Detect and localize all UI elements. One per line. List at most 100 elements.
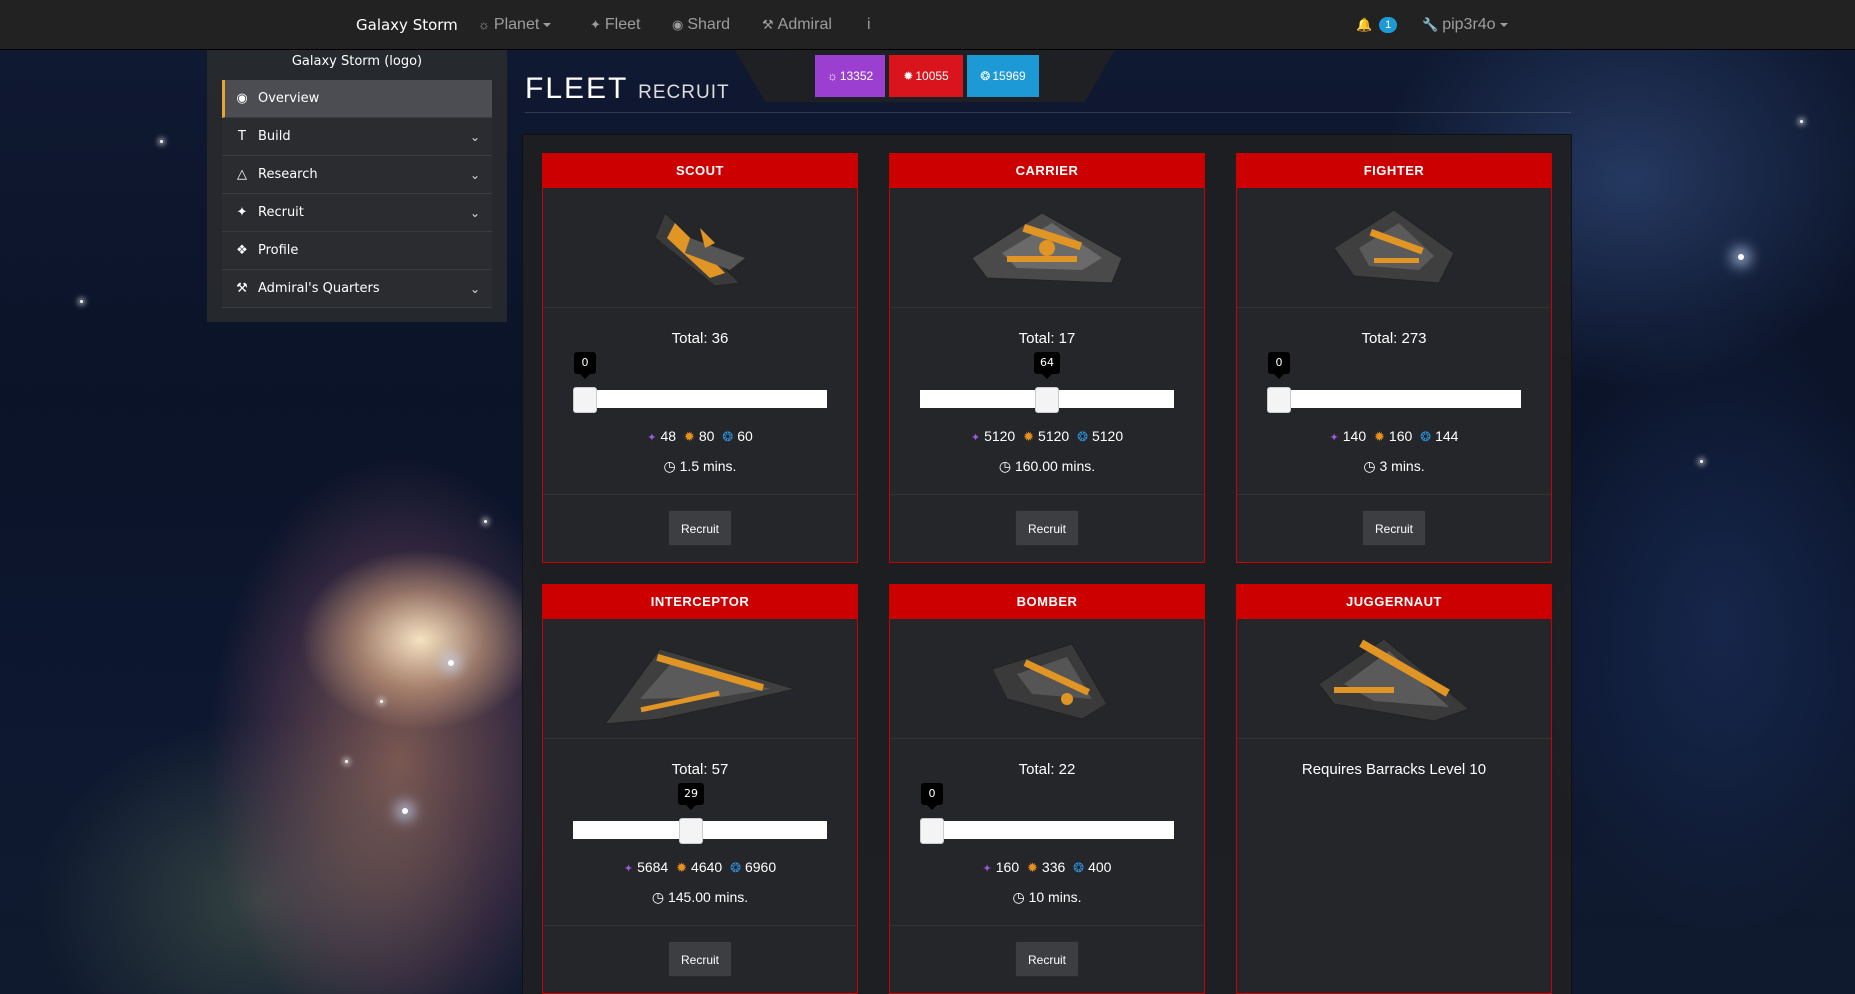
build-time-value: 1.5 mins. <box>679 458 737 474</box>
ship-total: Total: 57 <box>671 761 729 778</box>
recruit-button[interactable]: Recruit <box>668 510 732 546</box>
crystal-icon: ❂ <box>1420 429 1432 444</box>
chevron-down-icon: ⌄ <box>469 168 480 182</box>
bomber-ship-icon <box>991 642 1108 720</box>
cost-ore: 4640 <box>691 859 723 875</box>
planet-menu[interactable]: ☼ Planet <box>478 0 552 50</box>
fleet-link[interactable]: ✦ Fleet <box>590 0 640 50</box>
carrier-ship-icon <box>971 211 1123 284</box>
ship-total: Total: 273 <box>1361 330 1427 347</box>
requirement-text: Requires Barracks Level 10 <box>1301 761 1487 778</box>
energy-icon: ✦ <box>623 863 634 875</box>
star <box>484 520 487 523</box>
flask-icon: △ <box>237 167 247 182</box>
planet-icon: ☼ <box>478 17 490 32</box>
divider <box>525 112 1571 113</box>
slider-handle[interactable] <box>1267 387 1291 413</box>
user-menu[interactable]: 🔧 pip3r4o <box>1422 0 1508 50</box>
divider <box>890 925 1204 926</box>
ore-icon: ✹ <box>683 429 695 444</box>
slider-value-tooltip: 29 <box>678 783 704 810</box>
caret-down-icon <box>543 22 552 27</box>
recruit-button[interactable]: Recruit <box>1015 941 1079 977</box>
brand-link[interactable]: Galaxy Storm <box>356 0 458 50</box>
cost-energy: 5684 <box>637 859 669 875</box>
quantity-slider[interactable]: 0 <box>920 783 1174 844</box>
build-time-value: 160.00 mins. <box>1014 458 1096 474</box>
quantity-slider[interactable]: 0 <box>1267 352 1521 413</box>
clock-icon: ◷ <box>663 458 676 474</box>
build-time: ◷ 3 mins. <box>1237 458 1551 475</box>
slider-value-tooltip: 0 <box>574 352 596 379</box>
crystal-icon: ❂ <box>980 69 991 83</box>
resource-value: 10055 <box>915 69 949 83</box>
top-navbar: Galaxy Storm ☼ Planet ✦ Fleet ◉ Shard ⚒ Admi… <box>0 0 1855 50</box>
quantity-slider[interactable]: 0 <box>573 352 827 413</box>
ship-total: Total: 22 <box>1018 761 1076 778</box>
slider-handle[interactable] <box>679 818 703 844</box>
shard-link-label: Shard <box>687 16 731 33</box>
globe-icon: ◉ <box>236 91 248 106</box>
info-link[interactable]: i <box>867 0 871 50</box>
energy-icon: ✦ <box>982 863 992 875</box>
star <box>1700 460 1703 463</box>
recruit-button[interactable]: Recruit <box>668 941 732 977</box>
star <box>380 700 383 703</box>
planet-menu-label: Planet <box>493 16 540 33</box>
cost-line: ✦ 160 ✹ 336 ❂ 400 <box>890 859 1204 876</box>
sidebar-item-overview[interactable]: ◉ Overview <box>222 80 492 118</box>
ship-image <box>890 188 1204 308</box>
sidebar-item-profile[interactable]: ❖ Profile <box>222 232 492 270</box>
quantity-slider[interactable]: 29 <box>573 783 827 844</box>
caret-down-icon <box>1499 22 1508 27</box>
sidebar-item-build[interactable]: T Build ⌄ <box>222 118 492 156</box>
build-time: ◷ 10 mins. <box>890 889 1204 906</box>
quantity-slider[interactable]: 64 <box>920 352 1174 413</box>
ship-name: BOMBER <box>890 585 1204 619</box>
cost-crystal: 60 <box>737 428 753 444</box>
slider-value-tooltip: 0 <box>1268 352 1290 379</box>
cost-energy: 140 <box>1342 428 1367 444</box>
cost-energy: 5120 <box>984 428 1016 444</box>
resource-badge-2: ✹ 10055 <box>889 55 963 97</box>
star <box>402 808 408 814</box>
ore-icon: ✹ <box>1027 860 1038 875</box>
clock-icon: ◷ <box>1363 458 1376 474</box>
fighter-ship-icon <box>1333 208 1455 284</box>
divider <box>1237 494 1551 495</box>
clock-icon: ◷ <box>651 889 665 905</box>
star <box>448 660 454 666</box>
ship-icon: ✦ <box>590 17 601 32</box>
shard-link[interactable]: ◉ Shard <box>672 0 730 50</box>
sidebar-item-admirals-quarters[interactable]: ⚒ Admiral's Quarters ⌄ <box>222 270 492 308</box>
slider-handle[interactable] <box>1035 387 1059 413</box>
notifications-button[interactable]: 🔔 1 <box>1356 0 1398 50</box>
wrench-icon: 🔧 <box>1422 17 1439 32</box>
slider-handle[interactable] <box>573 387 597 413</box>
sidebar-item-research[interactable]: △ Research ⌄ <box>222 156 492 194</box>
ship-card-interceptor: INTERCEPTOR Total: 57 29 ✦ 5684 ✹ 4640 ❂ 69… <box>542 584 858 994</box>
cost-crystal: 400 <box>1088 859 1112 875</box>
slider-handle[interactable] <box>920 818 944 844</box>
ship-icon: ✦ <box>236 205 248 220</box>
ship-card-scout: SCOUT Total: 36 0 ✦ 48 ✹ 80 ❂ 60 ◷ 1.5 mins… <box>542 153 858 563</box>
ship-card-carrier: CARRIER Total: 17 64 ✦ 5120 ✹ 5120 ❂ 5120 ◷… <box>889 153 1205 563</box>
crystal-icon: ❂ <box>1073 860 1085 875</box>
cost-ore: 5120 <box>1038 428 1070 444</box>
cost-line: ✦ 48 ✹ 80 ❂ 60 <box>543 428 857 445</box>
sidebar-item-recruit[interactable]: ✦ Recruit ⌄ <box>222 194 492 232</box>
cost-line: ✦ 5684 ✹ 4640 ❂ 6960 <box>543 859 857 876</box>
recruit-button[interactable]: Recruit <box>1015 510 1079 546</box>
tools-icon: ⚒ <box>762 17 774 32</box>
ship-image <box>543 188 857 308</box>
cost-line: ✦ 5120 ✹ 5120 ❂ 5120 <box>890 428 1204 445</box>
hammer-icon: T <box>238 129 246 144</box>
ship-name: INTERCEPTOR <box>543 585 857 619</box>
cost-crystal: 6960 <box>744 859 777 875</box>
page-title: FLEET RECRUIT <box>525 72 730 106</box>
fleet-link-label: Fleet <box>604 16 641 33</box>
recruit-button[interactable]: Recruit <box>1362 510 1426 546</box>
admiral-link[interactable]: ⚒ Admiral <box>762 0 832 50</box>
interceptor-ship-icon <box>603 647 797 725</box>
star <box>80 300 83 303</box>
